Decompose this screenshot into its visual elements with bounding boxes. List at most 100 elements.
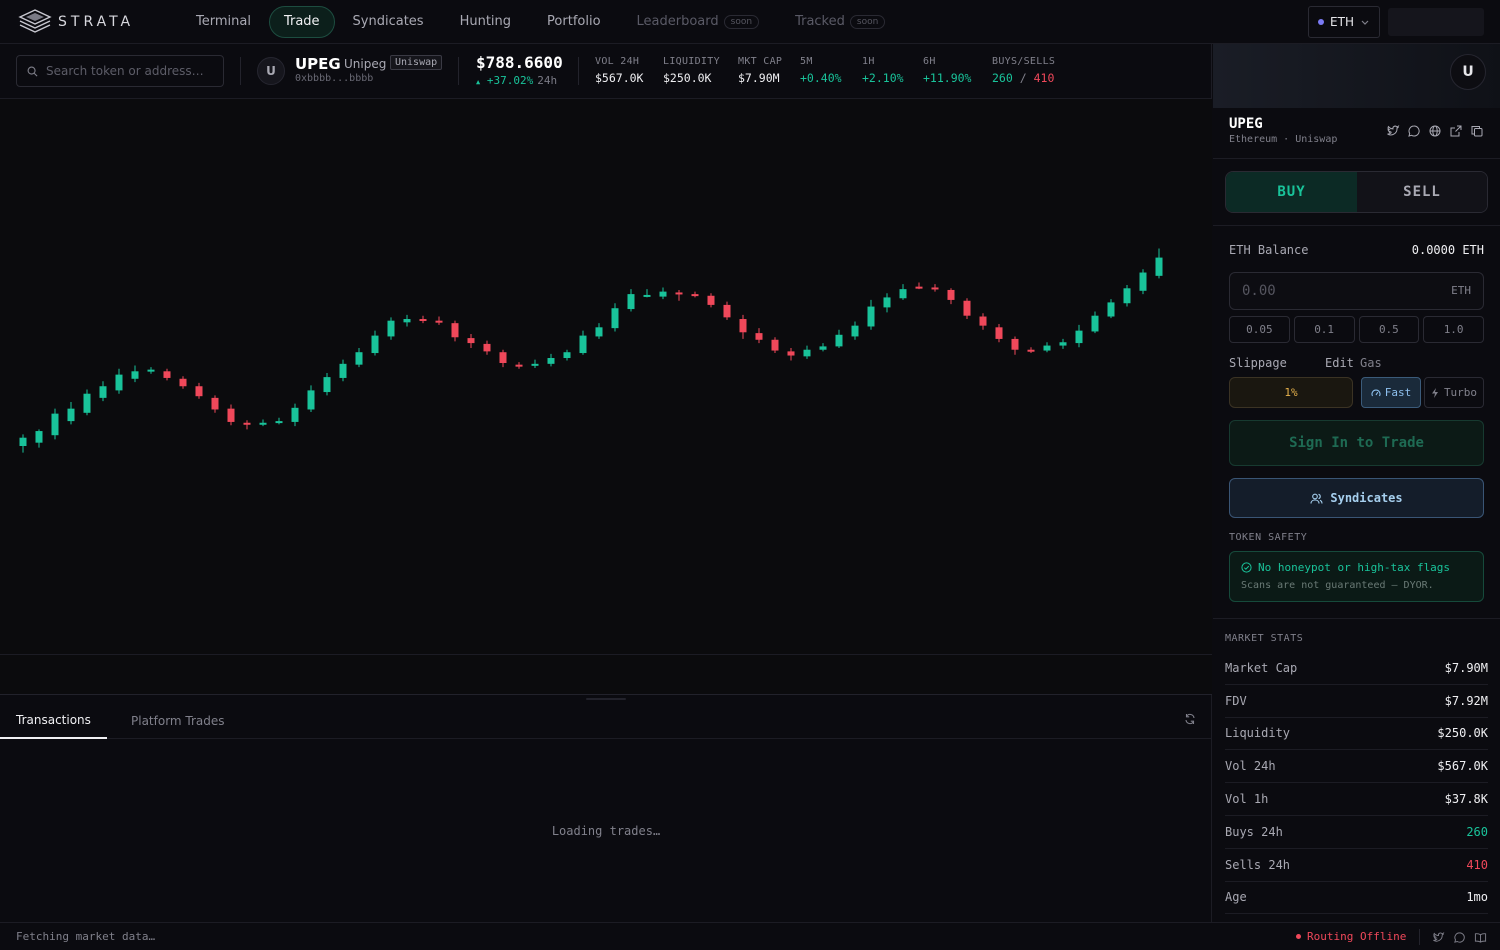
candle [643,289,651,298]
candle [35,429,43,448]
nav-syndicates[interactable]: Syndicates [339,6,438,38]
copy-icon[interactable] [1470,124,1484,138]
candle-body [179,378,187,387]
candle [259,419,267,427]
candle-body [227,408,235,422]
gas-turbo-button[interactable]: Turbo [1424,377,1484,408]
chat-icon[interactable] [1453,931,1466,944]
candle [419,315,427,324]
candle-body [611,308,619,329]
candle-body [211,397,219,410]
nav-label: Leaderboard [636,14,719,29]
nav-terminal[interactable]: Terminal [182,6,265,38]
candle [1027,347,1035,354]
book-icon[interactable] [1474,931,1487,944]
quick-amount-button[interactable]: 0.1 [1293,316,1355,343]
nav-label: Syndicates [352,14,424,29]
candle [707,293,715,308]
sell-tab[interactable]: SELL [1357,172,1487,212]
candle-body [1075,330,1083,344]
stat-value: +11.90% [923,71,972,85]
candle [1155,248,1163,279]
market-stat-row: Sells 24h 410 [1225,849,1488,882]
syndicates-label: Syndicates [1330,491,1403,505]
divider [1213,225,1500,226]
twitter-icon[interactable] [1386,124,1400,138]
syndicates-button[interactable]: Syndicates [1229,478,1484,518]
stat-value: +2.10% [862,71,904,85]
nav-label: Trade [283,14,320,29]
connect-wallet-button[interactable] [1388,8,1484,36]
candle [163,368,171,381]
candle-body [99,386,107,398]
stat-value: $250.0K [1437,726,1488,741]
stat-value: $567.0K [595,71,644,85]
stat-key: FDV [1225,693,1247,708]
candle [883,293,891,313]
candle [659,287,667,300]
candle [675,289,683,301]
chain-selector[interactable]: ETH [1308,6,1380,38]
candle-body [787,351,795,356]
globe-icon[interactable] [1428,124,1442,138]
nav-hunting[interactable]: Hunting [446,6,525,38]
edit-slippage-link[interactable]: Edit [1325,356,1354,370]
candle-body [899,289,907,299]
candle [787,348,795,361]
stat-label: MKT CAP [738,56,783,67]
gas-fast-button[interactable]: Fast [1361,377,1421,408]
nav-trade[interactable]: Trade [268,5,335,38]
market-stat-row: Vol 24h $567.0K [1225,750,1488,784]
candle-body [467,338,475,344]
stat-key: Vol 1h [1225,792,1269,807]
candle-body [371,335,379,354]
stat-label: 6H [923,56,936,67]
nav-portfolio[interactable]: Portfolio [533,6,614,38]
nav-label: Hunting [459,14,512,29]
nav-label: Tracked [795,14,845,29]
soon-badge: soon [723,14,760,29]
candle-body [515,364,523,367]
candle [947,288,955,305]
candle [755,328,763,344]
refresh-icon[interactable] [1184,713,1196,725]
quick-amount-button[interactable]: 1.0 [1423,316,1484,343]
chain-label: ETH [1330,15,1354,29]
candle-body [579,335,587,354]
candle [1059,338,1067,349]
slippage-button[interactable]: 1% [1229,377,1353,408]
footer-links [1432,931,1487,944]
token-address[interactable]: 0xbbbb...bbbb [295,73,373,84]
candle [771,337,779,354]
candle [739,314,747,339]
token-name: Unipeg [344,57,387,71]
nav-tracked[interactable]: Tracked soon [781,6,899,38]
candle-body [323,377,331,393]
candle [323,372,331,396]
candle [211,395,219,413]
search-input[interactable] [46,64,216,78]
candle-body [1139,272,1147,291]
check-circle-icon [1241,562,1252,573]
tab-transactions[interactable]: Transactions [0,702,107,739]
amount-input[interactable] [1242,283,1422,299]
candle [195,382,203,399]
candle [1091,311,1099,334]
sign-in-to-trade-button[interactable]: Sign In to Trade [1229,420,1484,466]
price-chart[interactable] [0,99,1212,654]
candle [467,333,475,349]
buy-tab[interactable]: BUY [1226,172,1357,212]
token-avatar: U [257,57,285,85]
token-search[interactable] [16,55,224,87]
amount-field[interactable]: ETH [1229,272,1484,310]
external-link-icon[interactable] [1449,124,1463,138]
candle-body [435,320,443,323]
quick-amount-button[interactable]: 0.5 [1358,316,1420,343]
candle [547,353,555,367]
quick-amount-button[interactable]: 0.05 [1229,316,1290,343]
logo[interactable]: STRATA [18,8,158,36]
tab-platform-trades[interactable]: Platform Trades [115,702,241,739]
nav-leaderboard[interactable]: Leaderboard soon [623,6,774,38]
chat-icon[interactable] [1407,124,1421,138]
twitter-icon[interactable] [1432,931,1445,944]
